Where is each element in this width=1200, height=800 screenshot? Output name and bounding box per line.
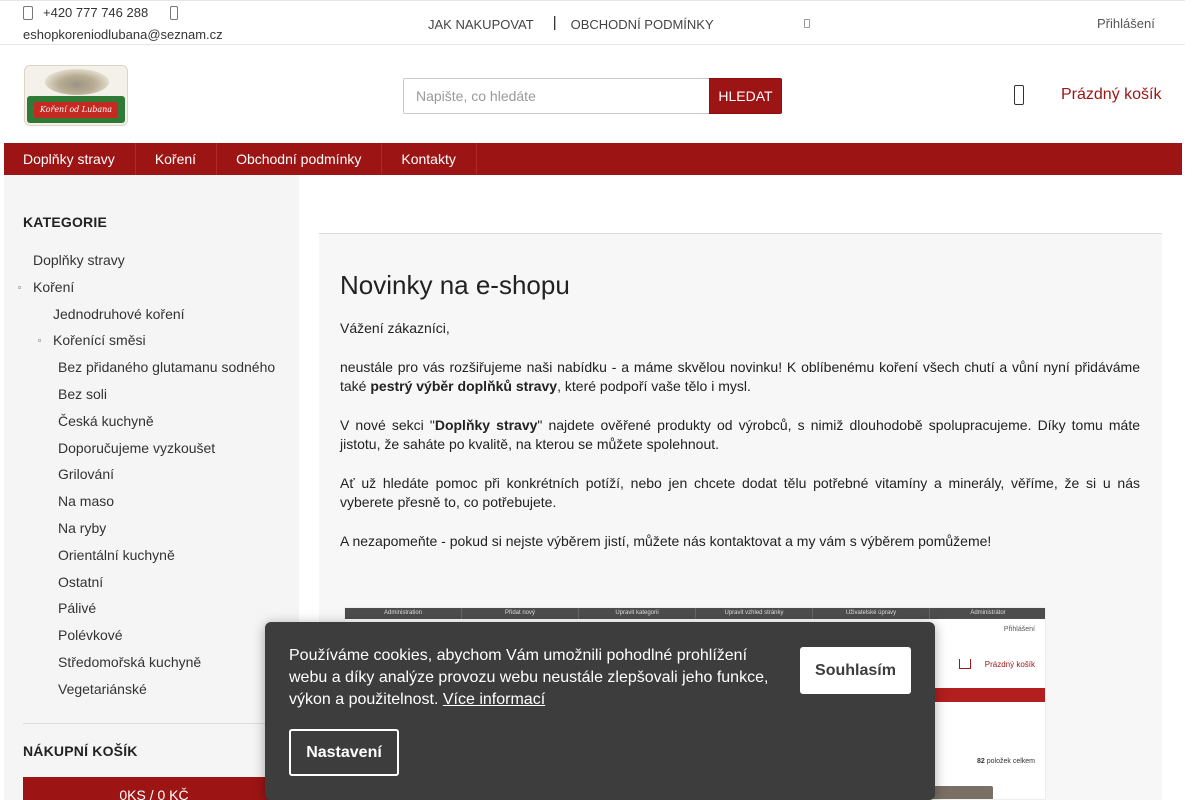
category-label: Česká kuchyně	[58, 412, 154, 429]
sidebar-category-item[interactable]: Doplňky stravy	[4, 247, 299, 274]
category-label: Pálivé	[58, 600, 97, 617]
top-links: JAK NAKUPOVAT | OBCHODNÍ PODMÍNKY	[428, 14, 714, 33]
category-label: Bez přidaného glutamanu sodného	[58, 359, 276, 376]
phone-number[interactable]: +420 777 746 288	[43, 5, 148, 21]
site-logo[interactable]: Koření od Lubana	[24, 65, 128, 126]
top-link-how-to-buy[interactable]: JAK NAKUPOVAT	[428, 17, 534, 32]
cookie-banner: Používáme cookies, abychom Vám umožnili …	[265, 622, 935, 800]
search-button[interactable]: HLEDAT	[709, 78, 782, 114]
sidebar-category-item[interactable]: Kořenící směsi	[4, 327, 299, 354]
cookie-message: Používáme cookies, abychom Vám umožnili …	[289, 647, 769, 708]
article-paragraph-1: neustále pro vás rozšiřujeme naši nabídk…	[340, 358, 1140, 395]
category-label: Vegetariánské	[58, 680, 147, 697]
article-greeting: Vážení zákazníci,	[340, 320, 450, 336]
email-icon	[170, 6, 179, 20]
preview-admin-tab: Přidat nový	[462, 608, 579, 619]
category-label: Na maso	[58, 493, 115, 510]
category-label: Středomořská kuchyně	[58, 653, 202, 670]
phone-icon	[23, 6, 33, 20]
top-bar: +420 777 746 288 eshopkoreniodlubana@sez…	[0, 0, 1185, 45]
search-input[interactable]	[403, 78, 709, 114]
nav-item-contacts[interactable]: Kontakty	[382, 143, 477, 175]
category-list: Doplňky stravy Koření Jednodruhové koření K…	[4, 247, 299, 703]
sidebar-category-item[interactable]: Ostatní	[4, 569, 299, 596]
preview-admin-tab: Administration	[345, 608, 462, 619]
sidebar-category-item[interactable]: Vegetariánské	[4, 676, 299, 703]
article-paragraph-3: Ať už hledáte pomoc při konkrétních potí…	[340, 474, 1140, 511]
category-label: Ostatní	[58, 573, 104, 590]
top-link-terms[interactable]: OBCHODNÍ PODMÍNKY	[571, 17, 714, 32]
sidebar-category-item[interactable]: Orientální kuchyně	[4, 542, 299, 569]
sidebar-category-item[interactable]: Doporučujeme vyzkoušet	[4, 435, 299, 462]
more-menu-icon[interactable]	[804, 19, 810, 28]
article-body: Vážení zákazníci, neustále pro vás rozši…	[340, 319, 1140, 570]
article-paragraph-4: A nezapomeňte - pokud si nejste výběrem …	[340, 532, 992, 549]
sidebar: KATEGORIE Doplňky stravy Koření Jednodruho…	[4, 175, 299, 800]
expand-bullet-icon	[18, 285, 21, 289]
logo-banner: Koření od Lubana	[27, 96, 125, 123]
page-title: Novinky na e-shopu	[340, 270, 570, 300]
preview-admin-tab: Uživatelské úpravy	[813, 608, 930, 619]
main-navigation: Doplňky stravy Koření Obchodní podmínky …	[4, 143, 1182, 175]
top-link-separator: |	[552, 14, 557, 31]
article-paragraph-2: V nové sekci "Doplňky stravy" najdete ov…	[340, 416, 1140, 453]
preview-admin-tab: Upravit kategorii	[579, 608, 696, 619]
search-form: HLEDAT	[403, 78, 782, 114]
logo-text: Koření od Lubana	[34, 102, 118, 118]
category-label: Na ryby	[58, 519, 107, 536]
sidebar-category-item[interactable]: Pálivé	[4, 595, 299, 622]
sidebar-category-item[interactable]: Na maso	[4, 488, 299, 515]
header-cart[interactable]: Prázdný košík	[1014, 85, 1161, 105]
email-link[interactable]: eshopkoreniodlubana@seznam.cz	[23, 27, 223, 42]
sidebar-category-item[interactable]: Středomořská kuchyně	[4, 649, 299, 676]
expand-bullet-icon	[38, 339, 41, 343]
preview-cart-label: Prázdný košík	[984, 660, 1035, 669]
sidebar-category-item[interactable]: Polévkové	[4, 622, 299, 649]
preview-admin-bar: Administration Přidat nový Upravit kategor…	[345, 608, 1045, 619]
category-label: Grilování	[58, 466, 115, 483]
sidebar-category-item[interactable]: Jednodruhové koření	[4, 301, 299, 328]
category-label: Doplňky stravy	[33, 252, 125, 268]
cookie-accept-button[interactable]: Souhlasím	[800, 647, 911, 694]
login-link[interactable]: Přihlášení	[1097, 16, 1155, 31]
sidebar-category-item[interactable]: Česká kuchyně	[4, 408, 299, 435]
sidebar-category-item[interactable]: Bez soli	[4, 381, 299, 408]
category-label: Orientální kuchyně	[58, 546, 175, 563]
category-label: Bez soli	[58, 385, 108, 402]
sidebar-category-item[interactable]: Grilování	[4, 461, 299, 488]
preview-cart-icon	[959, 659, 971, 669]
cart-heading: NÁKUPNÍ KOŠÍK	[23, 743, 138, 759]
cart-label: Prázdný košík	[1061, 86, 1162, 103]
preview-login: Přihlášení	[1003, 626, 1035, 633]
category-label: Doporučujeme vyzkoušet	[58, 439, 216, 456]
cookie-more-info-link[interactable]: Více informací	[443, 691, 545, 708]
sidebar-cart-summary[interactable]: 0KS / 0 KČ	[23, 777, 285, 800]
cookie-settings-button[interactable]: Nastavení	[289, 729, 399, 776]
category-label: Kořenící směsi	[53, 332, 146, 349]
logo-spice-image	[45, 69, 109, 95]
nav-item-terms[interactable]: Obchodní podmínky	[217, 143, 383, 175]
preview-admin-tab: Upravit vzhled stránky	[696, 608, 813, 619]
sidebar-category-item[interactable]: Bez přidaného glutamanu sodného	[4, 354, 299, 381]
nav-item-supplements[interactable]: Doplňky stravy	[4, 143, 136, 175]
sidebar-divider	[23, 723, 285, 724]
preview-item-count: 82 položek celkem	[977, 758, 1035, 765]
cart-icon	[1014, 85, 1024, 105]
nav-item-spices[interactable]: Koření	[136, 143, 218, 175]
categories-heading: KATEGORIE	[23, 214, 107, 230]
category-label: Polévkové	[58, 627, 123, 644]
sidebar-category-item[interactable]: Na ryby	[4, 515, 299, 542]
preview-admin-tab: Administrátor	[930, 608, 1045, 619]
sidebar-category-item[interactable]: Koření	[4, 274, 299, 301]
category-label: Koření	[33, 278, 75, 295]
contact-info: +420 777 746 288	[23, 5, 179, 21]
category-label: Jednodruhové koření	[53, 305, 185, 322]
